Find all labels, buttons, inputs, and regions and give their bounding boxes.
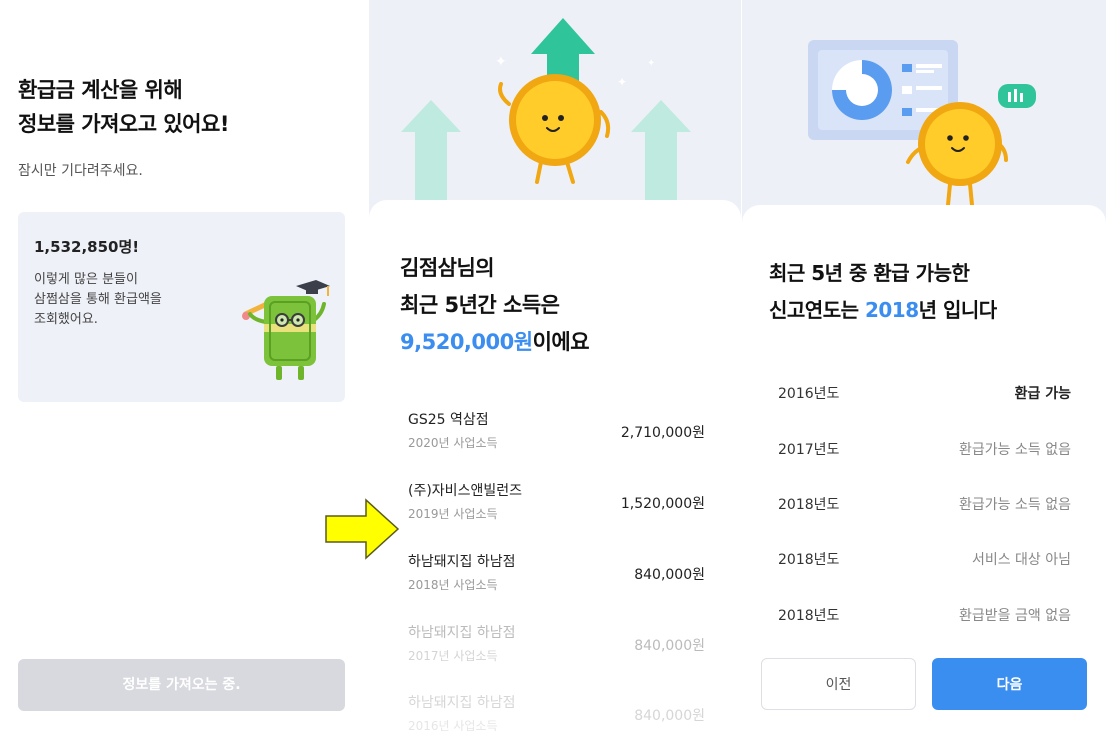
year-row[interactable]: 2018년도 환급가능 소득 없음	[778, 494, 1071, 518]
screen-income: ✦ ✦ ✦ 김점삼님의 최근 5년간 소득은 9,520,000원이에요 GS2…	[369, 0, 741, 731]
year-label: 2018년도	[778, 608, 840, 624]
year-label: 2017년도	[778, 442, 840, 458]
income-type: 2020년 사업소득	[408, 436, 498, 450]
svg-text:✦: ✦	[647, 58, 655, 69]
year-status: 서비스 대상 아님	[971, 552, 1071, 568]
income-source: 하남돼지집 하남점	[408, 554, 516, 570]
screen-refund-year: 최근 5년 중 환급 가능한 신고연도는 2018년 입니다 2016년도 환급…	[742, 0, 1106, 731]
year-row[interactable]: 2017년도 환급가능 소득 없음	[778, 439, 1071, 463]
income-type: 2018년 사업소득	[408, 578, 498, 592]
fetching-info-button[interactable]: 정보를 가져오는 중.	[18, 659, 345, 711]
income-source: 하남돼지집 하남점	[408, 695, 516, 711]
income-amount: 1,520,000원	[620, 496, 705, 512]
income-item[interactable]: 하남돼지집 하남점 2018년 사업소득 840,000원	[408, 551, 705, 601]
income-source: GS25 역삼점	[408, 412, 489, 428]
svg-text:✦: ✦	[495, 54, 507, 70]
year-status: 환급가능 소득 없음	[959, 442, 1071, 458]
user-count-description: 이렇게 많은 분들이 삼쩜삼을 통해 환급액을 조회했어요.	[34, 272, 162, 327]
year-label: 2018년도	[778, 552, 840, 568]
money-mascot-icon	[242, 280, 330, 380]
income-total: 9,520,000원	[400, 330, 533, 354]
income-title: 김점삼님의 최근 5년간 소득은 9,520,000원이에요	[400, 256, 590, 354]
next-button[interactable]: 다음	[932, 658, 1087, 710]
year-label: 2018년도	[778, 497, 840, 513]
income-type: 2016년 사업소득	[408, 719, 498, 731]
income-amount: 840,000원	[634, 708, 705, 724]
yellow-pointer-arrow-icon	[325, 498, 400, 560]
refund-year-title: 최근 5년 중 환급 가능한 신고연도는 2018년 입니다	[769, 261, 997, 322]
income-item[interactable]: 하남돼지집 하남점 2017년 사업소득 840,000원	[408, 622, 705, 672]
user-count-card: 1,532,850명! 이렇게 많은 분들이 삼쩜삼을 통해 환급액을 조회했어…	[18, 212, 345, 402]
income-item[interactable]: GS25 역삼점 2020년 사업소득 2,710,000원	[408, 409, 705, 459]
income-amount: 840,000원	[634, 638, 705, 654]
income-type: 2017년 사업소득	[408, 649, 498, 663]
dashboard-coin-illustration	[808, 40, 1036, 207]
year-row[interactable]: 2016년도 환급 가능	[778, 383, 1071, 407]
income-source: 하남돼지집 하남점	[408, 625, 516, 641]
income-amount: 2,710,000원	[620, 425, 705, 441]
income-source: (주)자비스앤빌런즈	[408, 483, 522, 499]
refund-year-highlight: 2018	[864, 298, 919, 322]
income-amount: 840,000원	[634, 567, 705, 583]
year-status: 환급받을 금액 없음	[959, 608, 1071, 624]
loading-title: 환급금 계산을 위해 정보를 가져오고 있어요!	[18, 78, 229, 136]
coin-arrows-illustration: ✦ ✦ ✦	[401, 18, 691, 215]
year-label: 2016년도	[778, 386, 840, 402]
year-row[interactable]: 2018년도 환급받을 금액 없음	[778, 605, 1071, 629]
income-item[interactable]: (주)자비스앤빌런즈 2019년 사업소득 1,520,000원	[408, 480, 705, 530]
screen-loading: 환급금 계산을 위해 정보를 가져오고 있어요! 잠시만 기다려주세요. 1,5…	[0, 0, 366, 731]
loading-subtitle: 잠시만 기다려주세요.	[18, 163, 143, 179]
previous-button[interactable]: 이전	[761, 658, 916, 710]
year-status: 환급가능 소득 없음	[959, 497, 1071, 513]
income-item[interactable]: 하남돼지집 하남점 2016년 사업소득 840,000원	[408, 692, 705, 731]
income-sheet: 김점삼님의 최근 5년간 소득은 9,520,000원이에요 GS25 역삼점 …	[369, 200, 741, 731]
refund-year-sheet: 최근 5년 중 환급 가능한 신고연도는 2018년 입니다 2016년도 환급…	[742, 205, 1106, 731]
year-row[interactable]: 2018년도 서비스 대상 아님	[778, 549, 1071, 573]
svg-text:✦: ✦	[617, 75, 627, 89]
income-type: 2019년 사업소득	[408, 507, 498, 521]
year-status: 환급 가능	[1014, 386, 1071, 402]
user-count: 1,532,850명!	[34, 238, 140, 256]
